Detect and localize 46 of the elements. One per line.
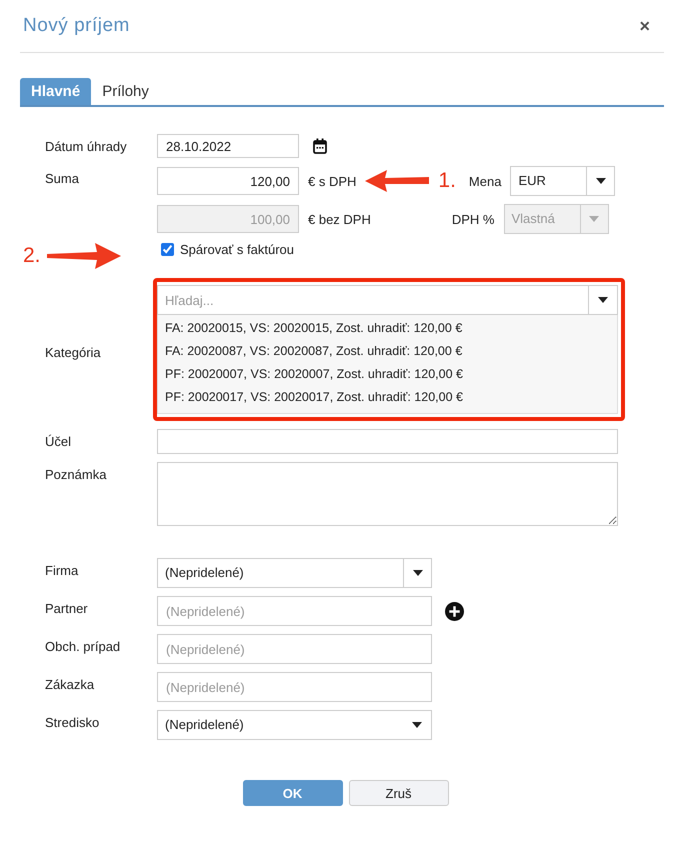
add-icon[interactable]	[445, 602, 464, 620]
dialog-title: Nový príjem	[23, 15, 130, 37]
caret-icon	[589, 216, 599, 222]
note-field[interactable]	[157, 462, 618, 526]
field-label: Účel	[45, 433, 72, 449]
dropdown-option[interactable]: PF: 20020017, VS: 20020017, Zost. uhradiť: 120,00 €	[158, 386, 617, 409]
checkbox-label: Spárovať s faktúrou	[180, 242, 294, 257]
unit-label: € s DPH	[308, 174, 356, 188]
field-label: Zákazka	[45, 676, 96, 692]
field-label: Obch. prípad	[45, 638, 122, 654]
tab[interactable]: Prílohy	[91, 78, 160, 105]
lookup-field[interactable]: (Nepridelené)	[157, 672, 432, 702]
field-label: Firma	[45, 562, 80, 578]
annotation-number: 1.	[438, 169, 456, 193]
caret-icon	[412, 722, 422, 728]
dropdown-option[interactable]: FA: 20020015, VS: 20020015, Zost. uhradiť: 120,00 €	[158, 317, 617, 340]
unit-label: € bez DPH	[308, 212, 371, 226]
annotation-number: 2.	[23, 244, 41, 268]
field-label: Suma	[45, 170, 80, 186]
field-label: Stredisko	[45, 714, 100, 730]
select-field[interactable]: (Nepridelené)	[157, 710, 432, 740]
checkbox[interactable]	[161, 243, 174, 256]
caret-icon	[412, 570, 422, 576]
purpose-field[interactable]	[157, 429, 618, 454]
currency-select[interactable]: EUR	[510, 166, 616, 196]
field-label: DPH %	[452, 212, 494, 226]
lookup-field[interactable]: (Nepridelené)	[157, 634, 432, 664]
dropdown-button[interactable]	[588, 285, 618, 315]
close-button[interactable]: ×	[639, 16, 650, 36]
field-label: Dátum úhrady	[45, 138, 128, 154]
cancel-button[interactable]: Zruš	[348, 780, 448, 806]
amount-field[interactable]: 120,00	[157, 167, 299, 195]
dropdown-option[interactable]: FA: 20020087, VS: 20020087, Zost. uhradiť: 120,00 €	[158, 340, 617, 363]
date-field[interactable]: 28.10.2022	[157, 134, 299, 158]
field-label: Mena	[468, 174, 502, 188]
field-label: Poznámka	[45, 466, 108, 482]
select-field[interactable]: (Nepridelené)	[157, 558, 432, 588]
caret-icon	[596, 178, 606, 184]
dropdown-option[interactable]: PF: 20020007, VS: 20020007, Zost. uhradiť: 120,00 €	[158, 363, 617, 386]
annotation-arrow	[365, 169, 430, 193]
field-label: Kategória	[45, 344, 102, 360]
field-label: Partner	[45, 600, 89, 616]
calendar-icon[interactable]	[313, 138, 327, 154]
search-field[interactable]: Hľadaj...	[157, 285, 588, 315]
lookup-field[interactable]: (Nepridelené)	[157, 596, 432, 626]
caret-icon	[598, 297, 608, 303]
